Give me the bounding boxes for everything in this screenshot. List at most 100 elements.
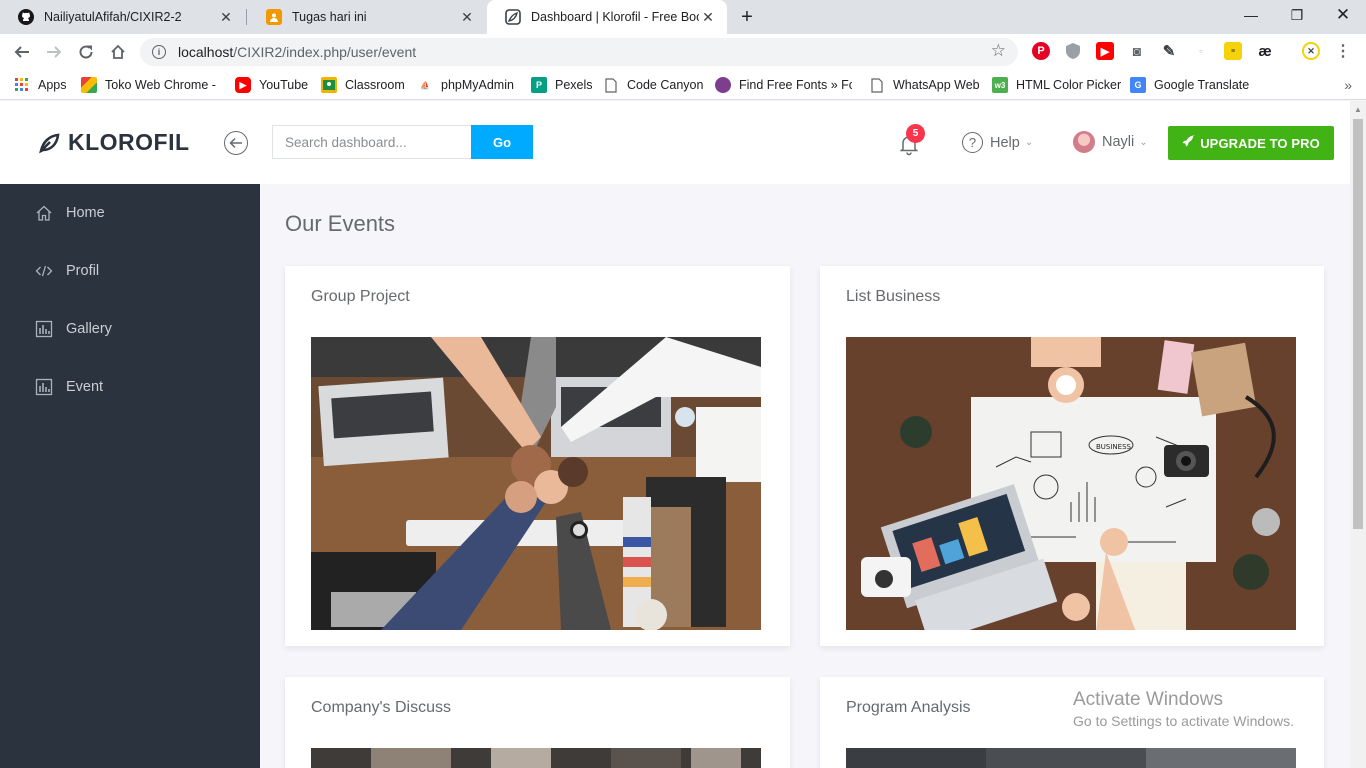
rocket-icon <box>1182 134 1195 151</box>
bookmark-label: Apps <box>38 78 67 92</box>
page-scrollbar[interactable]: ▲ <box>1350 101 1366 768</box>
bar-chart-icon <box>35 320 53 338</box>
info-icon[interactable]: i <box>152 45 166 59</box>
classroom-icon <box>266 9 282 25</box>
forward-icon[interactable] <box>42 40 66 64</box>
bookmark-label: YouTube <box>259 78 309 92</box>
browser-tab-dashboard[interactable]: Dashboard | Klorofil - Free Bootst ✕ <box>487 0 727 34</box>
browser-tab-tugas[interactable]: Tugas hari ini ✕ <box>248 0 486 34</box>
apps-grid-icon <box>14 77 30 93</box>
upgrade-label: UPGRADE TO PRO <box>1200 135 1320 151</box>
event-title: List Business <box>846 288 941 305</box>
sidebar: Home Profil Gallery Event <box>0 184 260 768</box>
bookmark-label: WhatsApp Web <box>893 78 980 92</box>
event-image[interactable]: BUSINESS <box>846 337 1296 630</box>
close-icon[interactable]: ✕ <box>458 9 476 26</box>
notification-badge: 5 <box>906 124 925 143</box>
page-icon <box>603 77 619 93</box>
sidebar-item-event[interactable]: Event <box>0 358 260 416</box>
restore-icon[interactable]: ❐ <box>1274 0 1320 30</box>
event-image[interactable] <box>311 748 761 768</box>
new-tab-button[interactable]: + <box>735 5 759 29</box>
tab-title: NailiyatulAfifah/CIXIR2-2 <box>44 10 182 24</box>
sidebar-item-home[interactable]: Home <box>0 184 260 242</box>
profile-extension-icon[interactable]: ✕ <box>1302 42 1320 60</box>
bookmark-free-fonts[interactable]: Find Free Fonts » For <box>715 76 852 94</box>
upgrade-to-pro-button[interactable]: UPGRADE TO PRO <box>1168 126 1334 160</box>
leaf-icon <box>39 133 60 153</box>
window-close-icon[interactable]: ✕ <box>1320 0 1366 30</box>
github-icon <box>18 9 34 25</box>
camera-icon[interactable]: ◙ <box>1128 42 1146 60</box>
menu-dots-icon[interactable]: ⋮ <box>1334 42 1352 60</box>
bookmark-label: Pexels <box>555 78 593 92</box>
event-title: Program Analysis <box>846 699 971 716</box>
bookmarks-bar: Apps Toko Web Chrome - c ▶ YouTube Class… <box>0 70 1366 100</box>
bookmark-html-color-picker[interactable]: w3 HTML Color Picker <box>992 76 1121 94</box>
watermark-line2: Go to Settings to activate Windows. <box>1073 713 1294 729</box>
svg-text:BUSINESS: BUSINESS <box>1096 443 1132 451</box>
reload-icon[interactable] <box>74 40 98 64</box>
extension-dim-icon[interactable]: ◦ <box>1192 42 1210 60</box>
bookmark-chrome-store[interactable]: Toko Web Chrome - c <box>81 76 219 94</box>
more-bookmarks-icon[interactable]: » <box>1344 77 1352 93</box>
event-image[interactable] <box>846 748 1296 768</box>
event-title: Company's Discuss <box>311 699 451 716</box>
translate-icon: G <box>1130 77 1146 93</box>
bookmark-code-canyon[interactable]: Code Canyon <box>603 76 703 94</box>
bookmark-label: Find Free Fonts » For <box>739 78 852 92</box>
home-icon[interactable] <box>106 40 130 64</box>
youtube-ext-icon[interactable]: ▶ <box>1096 42 1114 60</box>
browser-toolbar: i localhost/CIXIR2/index.php/user/event … <box>0 34 1366 70</box>
event-panel: Group Project <box>285 266 790 646</box>
app-header: KLOROFIL Search dashboard... Go 5 ? Help… <box>0 101 1350 184</box>
search-input[interactable]: Search dashboard... <box>272 125 472 159</box>
activate-windows-watermark: Activate Windows Go to Settings to activ… <box>1073 689 1294 729</box>
tab-title: Tugas hari ini <box>292 10 367 24</box>
bookmark-label: Toko Web Chrome - c <box>105 78 219 92</box>
bookmark-whatsapp[interactable]: WhatsApp Web <box>869 76 980 94</box>
sidebar-item-gallery[interactable]: Gallery <box>0 300 260 358</box>
sidebar-item-label: Profil <box>66 263 100 279</box>
search-go-button[interactable]: Go <box>471 125 533 159</box>
youtube-icon: ▶ <box>235 77 251 93</box>
shield-icon[interactable] <box>1064 42 1082 60</box>
tab-title: Dashboard | Klorofil - Free Bootst <box>531 10 699 24</box>
bookmark-apps[interactable]: Apps <box>14 76 67 94</box>
url-text: localhost/CIXIR2/index.php/user/event <box>178 44 416 60</box>
brand-logo[interactable]: KLOROFIL <box>38 129 190 156</box>
minimize-icon[interactable]: — <box>1228 0 1274 30</box>
bookmark-label: phpMyAdmin <box>441 78 514 92</box>
bookmark-classroom[interactable]: Classroom <box>321 76 405 94</box>
bookmark-youtube[interactable]: ▶ YouTube <box>235 76 308 94</box>
bookmark-google-translate[interactable]: G Google Translate <box>1130 76 1249 94</box>
help-label: Help <box>990 134 1020 151</box>
phpmyadmin-icon: ⛵ <box>420 80 430 90</box>
close-icon[interactable]: ✕ <box>217 9 235 26</box>
page-title: Our Events <box>285 211 396 236</box>
help-dropdown[interactable]: ? Help ⌄ <box>962 132 1033 153</box>
fonts-icon <box>715 77 731 93</box>
event-image[interactable] <box>311 337 761 630</box>
bookmark-label: HTML Color Picker <box>1016 78 1122 92</box>
user-dropdown[interactable]: Nayli ⌄ <box>1073 131 1148 153</box>
browser-tab-github[interactable]: NailiyatulAfifah/CIXIR2-2 ✕ <box>0 0 245 34</box>
page-icon <box>869 77 885 93</box>
bookmark-pexels[interactable]: P Pexels <box>531 76 593 94</box>
scroll-up-icon[interactable]: ▲ <box>1354 105 1362 114</box>
address-bar[interactable]: i localhost/CIXIR2/index.php/user/event … <box>140 38 1018 66</box>
yellow-extension-icon[interactable]: ≡ <box>1224 42 1242 60</box>
back-icon[interactable] <box>10 40 34 64</box>
scrollbar-thumb[interactable] <box>1353 119 1363 529</box>
ae-extension-icon[interactable]: æ <box>1256 42 1274 60</box>
sidebar-toggle-icon[interactable] <box>224 131 248 155</box>
bookmark-phpmyadmin[interactable]: ⛵ phpMyAdmin <box>417 76 514 94</box>
pinterest-icon[interactable]: P <box>1032 42 1050 60</box>
pen-icon[interactable]: ✎ <box>1160 42 1178 60</box>
chrome-store-icon <box>81 77 97 93</box>
close-icon[interactable]: ✕ <box>699 9 717 26</box>
tab-separator <box>246 9 247 25</box>
bookmark-star-icon[interactable]: ☆ <box>991 41 1006 61</box>
sidebar-item-profil[interactable]: Profil <box>0 242 260 300</box>
url-path: /CIXIR2/index.php/user/event <box>233 44 417 60</box>
